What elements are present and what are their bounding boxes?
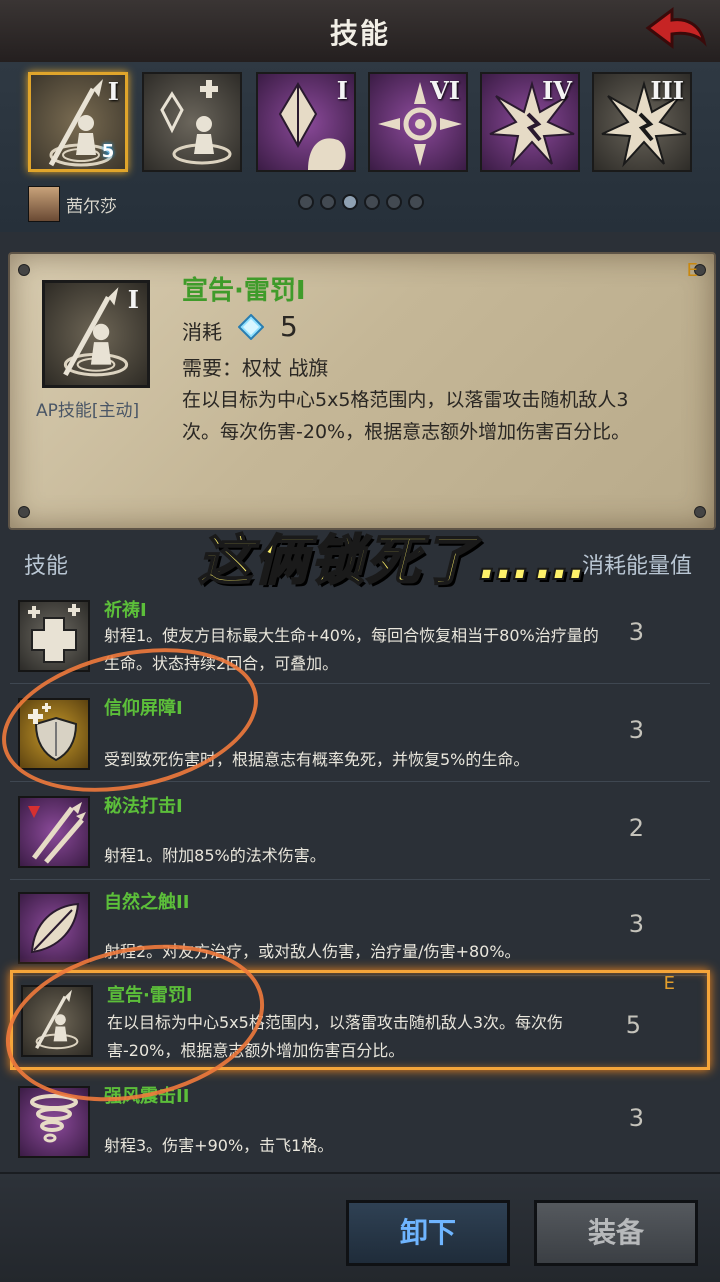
top-bar: 技能 (0, 0, 720, 64)
requirement-text: 需要：权杖 战旗 (182, 356, 329, 380)
slot-rank: I (336, 76, 348, 105)
skill-type-label: AP技能[主动] (36, 401, 140, 421)
skill-slot-1[interactable]: I 5 (28, 72, 128, 172)
detail-cost-value: 5 (280, 310, 298, 343)
skill-slot-3[interactable]: I (256, 72, 356, 172)
skill-cost: 2 (628, 814, 644, 842)
skill-description: 射程1。附加85%的法术伤害。 (104, 846, 326, 865)
skill-cost: 3 (628, 618, 644, 646)
skill-slot-4[interactable]: VI (368, 72, 468, 172)
skill-description: 射程3。伤害+90%，击飞1格。 (104, 1136, 334, 1155)
page-dot[interactable] (364, 194, 380, 210)
energy-gem-icon (238, 314, 264, 340)
page-dot[interactable] (320, 194, 336, 210)
skill-row-icon (18, 892, 90, 964)
crystal-heal-icon (160, 80, 232, 165)
slot-cost-badge: 5 (101, 141, 115, 162)
skill-name: 秘法打击I (104, 796, 183, 817)
detail-rank-letter: E (686, 260, 698, 281)
slot-rank: III (650, 76, 684, 105)
plus-cross-icon (28, 604, 80, 663)
list-header-skill: 技能 (24, 554, 69, 579)
skill-row-icon (18, 796, 90, 868)
slot-rank: I (107, 77, 119, 106)
detail-icon-rank: I (127, 285, 139, 314)
page-dot[interactable] (408, 194, 424, 210)
slot-rank: IV (542, 76, 572, 105)
page-title: 技能 (329, 17, 390, 50)
list-header-cost: 消耗能量值 (581, 554, 692, 579)
equipped-skill-bar: I 5 I VI IV III 茜尔莎 (0, 62, 720, 232)
skill-cost: 5 (625, 1011, 641, 1039)
bottom-bar: 卸下 装备 (0, 1172, 720, 1282)
skill-rank-letter: E (663, 973, 675, 994)
skill-slot-6[interactable]: III (592, 72, 692, 172)
page-dot[interactable] (298, 194, 314, 210)
spears-icon (28, 802, 86, 864)
nail-decoration (18, 264, 30, 276)
cost-label: 消耗 (182, 320, 222, 344)
equip-button[interactable]: 装备 (534, 1200, 698, 1266)
skill-cost: 3 (628, 910, 644, 938)
nail-decoration (694, 506, 706, 518)
skill-cost: 3 (628, 716, 644, 744)
skill-slot-5[interactable]: IV (480, 72, 580, 172)
skill-row-icon (18, 600, 90, 672)
skill-name: 祈祷I (104, 600, 147, 621)
avatar (28, 186, 60, 222)
skill-detail-panel: I AP技能[主动] 宣告·雷罚I E 消耗 5 需要：权杖 战旗 在以目标为中… (8, 252, 716, 530)
nail-decoration (18, 506, 30, 518)
skill-row-arcane-strike[interactable]: 秘法打击I 射程1。附加85%的法术伤害。 2 (10, 784, 710, 880)
back-arrow-icon[interactable] (642, 2, 714, 58)
leaf-icon (30, 902, 80, 954)
overlay-caption: 这俩锁死了…… (197, 528, 590, 593)
page-dot[interactable] (386, 194, 402, 210)
skill-cost: 3 (628, 1104, 644, 1132)
slot-rank: VI (430, 76, 460, 105)
hero-name: 茜尔莎 (66, 197, 117, 217)
detail-skill-name: 宣告·雷罚I (182, 276, 306, 306)
skill-name: 自然之触II (104, 892, 190, 913)
detail-skill-icon: I (42, 280, 150, 388)
detail-description: 在以目标为中心5x5格范围内，以落雷攻击随机敌人3次。每次伤害-20%，根据意志… (182, 389, 631, 443)
page-dot-active[interactable] (342, 194, 358, 210)
skill-slot-2[interactable] (142, 72, 242, 172)
unequip-button[interactable]: 卸下 (346, 1200, 510, 1266)
